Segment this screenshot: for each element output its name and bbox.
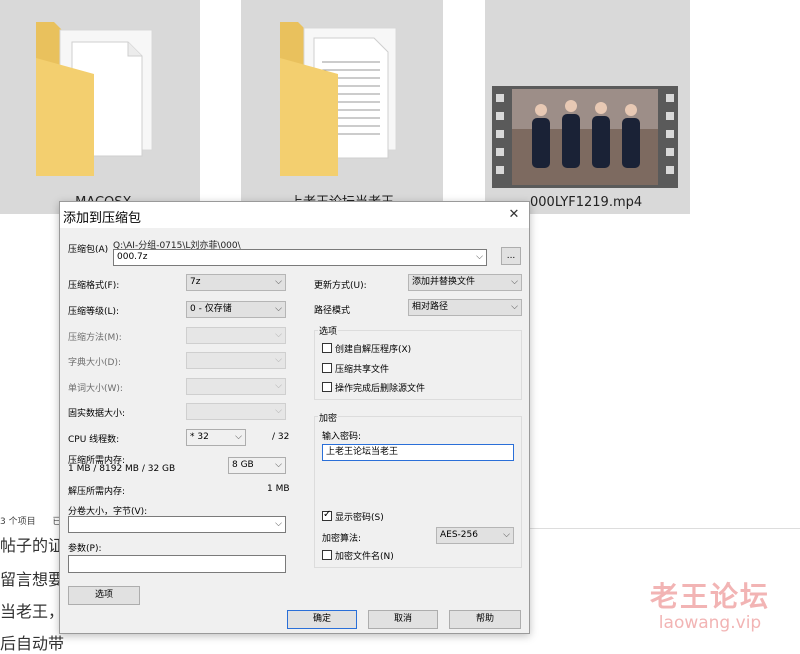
folder-icon xyxy=(36,22,153,176)
password-value: 上老王论坛当老王 xyxy=(326,447,399,457)
mem-limit-select[interactable]: 8 GB ⌵ xyxy=(228,457,286,474)
chevron-down-icon: ⌵ xyxy=(275,381,282,391)
mem-decomp-value: 1 MB xyxy=(267,484,290,494)
sfx-checkbox[interactable]: 创建自解压程序(X) xyxy=(322,342,411,355)
watermark-url: laowang.vip xyxy=(658,613,762,633)
path-mode-value: 相对路径 xyxy=(412,302,449,312)
solid-label: 固实数据大小: xyxy=(68,409,126,419)
chevron-down-icon: ⌵ xyxy=(511,277,518,287)
level-label: 压缩等级(L): xyxy=(68,307,120,317)
options-button[interactable]: 选项 xyxy=(68,586,140,605)
checkbox-icon xyxy=(322,363,332,373)
threads-max: / 32 xyxy=(272,432,290,442)
word-select: ⌵ xyxy=(186,378,286,395)
chevron-down-icon: ⌵ xyxy=(275,304,282,314)
delete-after-checkbox[interactable]: 操作完成后删除源文件 xyxy=(322,381,425,394)
encrypt-names-label: 加密文件名(N) xyxy=(335,552,394,562)
checkbox-icon xyxy=(322,550,332,560)
enc-method-label: 加密算法: xyxy=(322,534,362,544)
empty-area xyxy=(530,214,800,530)
sfx-label: 创建自解压程序(X) xyxy=(335,345,412,355)
show-password-label: 显示密码(S) xyxy=(335,513,384,523)
dict-select: ⌵ xyxy=(186,352,286,369)
chevron-down-icon: ⌵ xyxy=(275,355,282,365)
enc-method-value: AES-256 xyxy=(440,530,478,540)
chevron-down-icon: ⌵ xyxy=(275,277,282,287)
level-value: 0 - 仅存储 xyxy=(190,304,232,314)
watermark-title: 老王论坛 xyxy=(650,580,771,613)
item-count: 3 个项目 xyxy=(0,517,36,527)
archive-label: 压缩包(A) xyxy=(68,245,109,255)
chevron-down-icon: ⌵ xyxy=(511,302,518,312)
background-text: 当老王， xyxy=(0,602,65,621)
chevron-down-icon: ⌵ xyxy=(275,460,282,470)
chevron-down-icon: ⌵ xyxy=(476,252,483,262)
word-label: 单词大小(W): xyxy=(68,384,123,394)
chevron-down-icon: ⌵ xyxy=(503,530,510,540)
mem-comp-detail: 1 MB / 8192 MB / 32 GB xyxy=(68,464,176,474)
split-select[interactable]: ⌵ xyxy=(68,516,286,533)
watermark: 老王论坛 laowang.vip xyxy=(650,575,770,633)
params-label: 参数(P): xyxy=(68,544,102,554)
format-select[interactable]: 7z ⌵ xyxy=(186,274,286,291)
chevron-down-icon: ⌵ xyxy=(275,330,282,340)
folder-item-laowang[interactable]: 上老王论坛当老王 xyxy=(241,0,443,214)
encrypt-names-checkbox[interactable]: 加密文件名(N) xyxy=(322,549,394,562)
ok-button[interactable]: 确定 xyxy=(287,610,357,629)
folder-icon xyxy=(280,22,397,176)
level-select[interactable]: 0 - 仅存储 ⌵ xyxy=(186,301,286,318)
path-mode-label: 路径模式 xyxy=(314,306,351,316)
dialog-titlebar: 添加到压缩包 ✕ xyxy=(60,202,529,228)
close-icon[interactable]: ✕ xyxy=(499,202,529,228)
checkbox-checked-icon xyxy=(322,509,332,521)
dialog-title: 添加到压缩包 xyxy=(63,211,142,226)
threads-value: * 32 xyxy=(190,432,209,442)
password-label: 输入密码: xyxy=(322,432,362,442)
archive-name-value: 000.7z xyxy=(117,252,148,262)
help-button[interactable]: 帮助 xyxy=(449,610,521,629)
solid-select: ⌵ xyxy=(186,403,286,420)
background-text: 后自动带 xyxy=(0,634,65,653)
background-text: 帖子的证 xyxy=(0,536,65,555)
chevron-down-icon: ⌵ xyxy=(275,519,282,529)
shared-label: 压缩共享文件 xyxy=(335,365,390,375)
method-select: ⌵ xyxy=(186,327,286,344)
options-group-title: 选项 xyxy=(318,324,339,337)
params-input[interactable] xyxy=(68,555,286,573)
video-thumbnail-icon xyxy=(492,86,678,188)
password-input[interactable]: 上老王论坛当老王 xyxy=(322,444,514,461)
mem-limit-value: 8 GB xyxy=(232,460,254,470)
shared-checkbox[interactable]: 压缩共享文件 xyxy=(322,362,389,375)
update-label: 更新方式(U): xyxy=(314,281,367,291)
cancel-button[interactable]: 取消 xyxy=(368,610,438,629)
encryption-group-title: 加密 xyxy=(318,411,339,424)
path-mode-select[interactable]: 相对路径 ⌵ xyxy=(408,299,522,316)
chevron-down-icon: ⌵ xyxy=(275,406,282,416)
show-password-checkbox[interactable]: 显示密码(S) xyxy=(322,509,384,523)
chevron-down-icon: ⌵ xyxy=(235,432,242,442)
threads-select[interactable]: * 32 ⌵ xyxy=(186,429,246,446)
video-label: 000LYF1219.mp4 xyxy=(530,195,643,210)
update-select[interactable]: 添加并替换文件 ⌵ xyxy=(408,274,522,291)
add-to-archive-dialog: 添加到压缩包 ✕ 压缩包(A) Q:\AI-分组-0715\L刘亦菲\000\ … xyxy=(59,201,530,634)
threads-label: CPU 线程数: xyxy=(68,435,120,445)
archive-name-combo[interactable]: 000.7z ⌵ xyxy=(113,249,487,266)
video-file-item[interactable]: 000LYF1219.mp4 xyxy=(485,0,690,214)
update-value: 添加并替换文件 xyxy=(412,277,476,287)
enc-method-select[interactable]: AES-256 ⌵ xyxy=(436,527,514,544)
method-label: 压缩方法(M): xyxy=(68,333,122,343)
mem-decomp-label: 解压所需内存: xyxy=(68,487,126,497)
checkbox-icon xyxy=(322,343,332,353)
dict-label: 字典大小(D): xyxy=(68,358,121,368)
folder-item-macosx[interactable]: _MACOSX xyxy=(0,0,200,214)
browse-button[interactable]: ... xyxy=(501,247,521,265)
background-text: 留言想要 xyxy=(0,570,65,589)
format-label: 压缩格式(F): xyxy=(68,281,120,291)
format-value: 7z xyxy=(190,277,201,287)
checkbox-icon xyxy=(322,382,332,392)
delete-after-label: 操作完成后删除源文件 xyxy=(335,384,426,394)
